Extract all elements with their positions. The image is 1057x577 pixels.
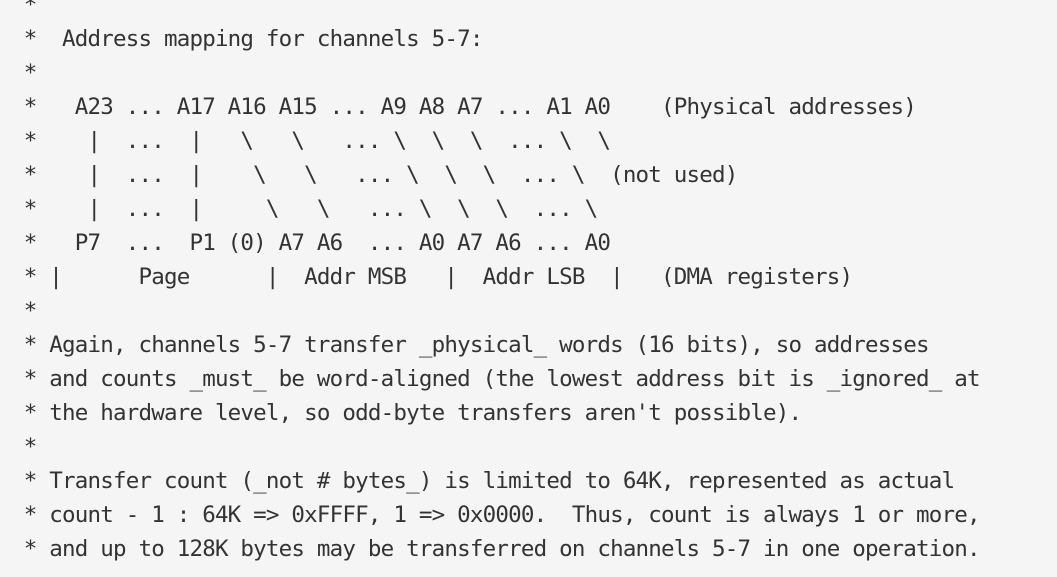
code-line-3: * bbox=[11, 60, 38, 86]
code-line-17: * and up to 128K bytes may be transferre… bbox=[11, 536, 981, 562]
code-line-15: * Transfer count (_not # bytes_) is limi… bbox=[11, 468, 955, 494]
code-line-10: * bbox=[11, 298, 38, 324]
code-line-9: * | Page | Addr MSB | Addr LSB | (DMA re… bbox=[11, 264, 853, 290]
code-line-13: * the hardware level, so odd-byte transf… bbox=[11, 400, 802, 426]
code-line-2: * Address mapping for channels 5-7: bbox=[11, 26, 484, 52]
code-line-5: * | ... | \ \ ... \ \ \ ... \ \ bbox=[11, 128, 611, 154]
code-line-14: * bbox=[11, 434, 38, 460]
code-line-1: * bbox=[11, 0, 38, 18]
code-line-7: * | ... | \ \ ... \ \ \ ... \ bbox=[11, 196, 598, 222]
code-line-12: * and counts _must_ be word-aligned (the… bbox=[11, 366, 981, 392]
code-lines: * * Address mapping for channels 5-7: * … bbox=[11, 0, 981, 566]
code-line-4: * A23 ... A17 A16 A15 ... A9 A8 A7 ... A… bbox=[11, 94, 917, 120]
code-comment-block: * * Address mapping for channels 5-7: * … bbox=[0, 0, 1057, 577]
code-line-16: * count - 1 : 64K => 0xFFFF, 1 => 0x0000… bbox=[11, 502, 981, 528]
code-line-11: * Again, channels 5-7 transfer _physical… bbox=[11, 332, 930, 358]
code-line-8: * P7 ... P1 (0) A7 A6 ... A0 A7 A6 ... A… bbox=[11, 230, 611, 256]
code-line-6: * | ... | \ \ ... \ \ \ ... \ (not used) bbox=[11, 162, 739, 188]
